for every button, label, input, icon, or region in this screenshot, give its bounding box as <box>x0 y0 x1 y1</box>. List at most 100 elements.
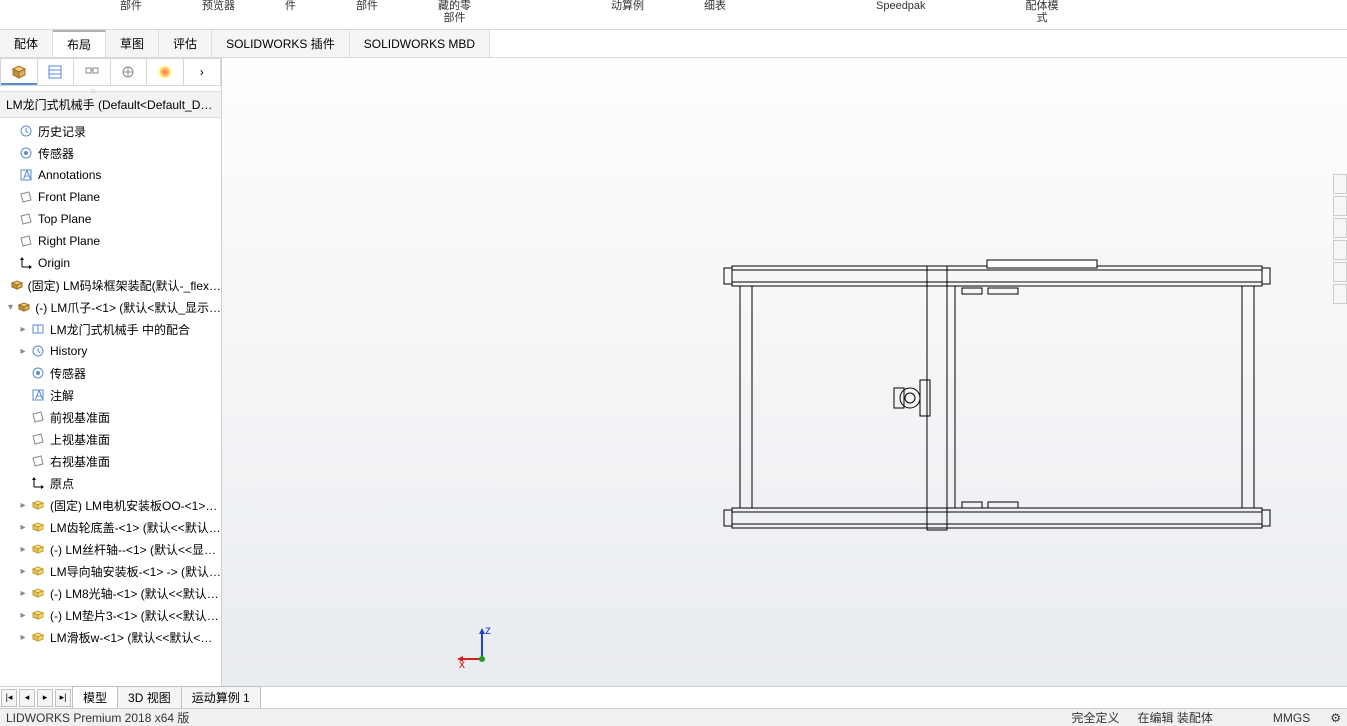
status-units[interactable]: MMGS <box>1273 711 1310 725</box>
tree-node[interactable]: 右视基准面 <box>0 450 221 472</box>
asm-icon <box>10 277 24 293</box>
command-tab-1[interactable]: 布局 <box>53 30 106 57</box>
dimxpert-tab[interactable] <box>111 59 148 85</box>
task-tab[interactable] <box>1333 174 1347 194</box>
tree-label: 原点 <box>50 475 74 492</box>
task-tab[interactable] <box>1333 196 1347 216</box>
orientation-triad[interactable]: z x <box>457 624 507 674</box>
sensor-icon <box>30 365 46 381</box>
tree-node[interactable]: ▸(-) LM垫片3-<1> (默认<<默认… <box>0 604 221 626</box>
drag-handle-icon[interactable]: ○ <box>90 86 96 97</box>
expand-panel-icon[interactable]: › <box>184 59 220 85</box>
part-icon <box>30 629 46 645</box>
tree-node[interactable]: (固定) LM码垛框架装配(默认-_flex… <box>0 274 221 296</box>
tree-node[interactable]: A Annotations <box>0 164 221 186</box>
history-icon <box>18 123 34 139</box>
tree-node[interactable]: ▸LM导向轴安装板-<1> -> (默认… <box>0 560 221 582</box>
tree-label: LM龙门式机械手 中的配合 <box>50 321 190 338</box>
tree-label: LM导向轴安装板-<1> -> (默认… <box>50 563 221 580</box>
tree-node[interactable]: 传感器 <box>0 142 221 164</box>
tree-node[interactable]: 上视基准面 <box>0 428 221 450</box>
task-pane-tabs <box>1333 174 1347 306</box>
mate-icon <box>30 321 46 337</box>
tree-node[interactable]: Right Plane <box>0 230 221 252</box>
tree-label: 右视基准面 <box>50 453 110 470</box>
status-bar: LIDWORKS Premium 2018 x64 版 完全定义 在编辑 装配体… <box>0 708 1347 726</box>
svg-text:A: A <box>23 168 31 182</box>
label: 细表 <box>704 0 726 12</box>
tree-node[interactable]: ▸(固定) LM电机安装板OO-<1>… <box>0 494 221 516</box>
tree-node[interactable]: ▾(-) LM爪子-<1> (默认<默认_显示… <box>0 296 221 318</box>
status-settings-icon[interactable]: ⚙ <box>1330 711 1341 725</box>
bottom-tab-1[interactable]: 3D 视图 <box>117 686 182 709</box>
label: 部件 <box>356 0 378 12</box>
tree-node[interactable]: ▸LM齿轮底盖-<1> (默认<<默认… <box>0 516 221 538</box>
tab-nav-prev[interactable]: ◂ <box>19 689 35 707</box>
label: 藏的零 部件 <box>438 0 471 24</box>
model-drawing <box>722 258 1282 558</box>
property-manager-tab[interactable] <box>38 59 75 85</box>
tree-label: (-) LM爪子-<1> (默认<默认_显示… <box>35 299 221 316</box>
assembly-root-node[interactable]: LM龙门式机械手 (Default<Default_D… <box>0 92 221 118</box>
tree-node[interactable]: A注解 <box>0 384 221 406</box>
command-tab-2[interactable]: 草图 <box>106 30 159 57</box>
annot-icon: A <box>18 167 34 183</box>
plane-icon <box>18 189 34 205</box>
tree-node[interactable]: Origin <box>0 252 221 274</box>
task-tab[interactable] <box>1333 284 1347 304</box>
display-manager-tab[interactable] <box>147 59 184 85</box>
bottom-tab-2[interactable]: 运动算例 1 <box>181 686 261 709</box>
tree-label: (固定) LM码垛框架装配(默认-_flex… <box>28 277 221 294</box>
panel-tab-bar: › <box>0 58 221 86</box>
svg-text:A: A <box>35 388 43 402</box>
command-tab-0[interactable]: 配体 <box>0 30 53 57</box>
tab-nav-last[interactable]: ▸| <box>55 689 71 707</box>
label: 动算例 <box>611 0 644 12</box>
command-tab-3[interactable]: 评估 <box>159 30 212 57</box>
tree-label: 前视基准面 <box>50 409 110 426</box>
task-tab[interactable] <box>1333 218 1347 238</box>
tree-node[interactable]: ▸History <box>0 340 221 362</box>
tree-label: (固定) LM电机安装板OO-<1>… <box>50 497 217 514</box>
tree-node[interactable]: Front Plane <box>0 186 221 208</box>
tree-node[interactable]: ▸LM龙门式机械手 中的配合 <box>0 318 221 340</box>
label: 预览器 <box>202 0 235 12</box>
tree-node[interactable]: 传感器 <box>0 362 221 384</box>
ribbon-labels: 部件 预览器 件 部件 藏的零 部件 动算例 细表 Speedpak 配体模 式 <box>0 0 1347 30</box>
tree-node[interactable]: Top Plane <box>0 208 221 230</box>
graphics-viewport[interactable]: z x <box>222 58 1347 706</box>
tab-nav-first[interactable]: |◂ <box>1 689 17 707</box>
feature-tree-tab[interactable] <box>1 59 38 85</box>
tree-label: 上视基准面 <box>50 431 110 448</box>
tree-node[interactable]: 历史记录 <box>0 120 221 142</box>
label: 配体模 式 <box>1026 0 1059 24</box>
tree-node[interactable]: 原点 <box>0 472 221 494</box>
feature-tree: 历史记录传感器AAnnotationsFront PlaneTop PlaneR… <box>0 118 221 690</box>
tree-label: (-) LM8光轴-<1> (默认<<默认… <box>50 585 219 602</box>
part-icon <box>30 563 46 579</box>
origin-icon <box>18 255 34 271</box>
tab-nav-next[interactable]: ▸ <box>37 689 53 707</box>
task-tab[interactable] <box>1333 262 1347 282</box>
command-tab-4[interactable]: SOLIDWORKS 插件 <box>212 30 350 57</box>
label: Speedpak <box>876 0 926 12</box>
tree-label: Annotations <box>38 168 101 182</box>
svg-text:x: x <box>459 657 465 671</box>
command-tab-5[interactable]: SOLIDWORKS MBD <box>350 30 490 57</box>
tree-node[interactable]: ▸(-) LM8光轴-<1> (默认<<默认… <box>0 582 221 604</box>
status-editing: 在编辑 装配体 <box>1138 709 1213 726</box>
status-version: LIDWORKS Premium 2018 x64 版 <box>6 709 189 726</box>
tree-node[interactable]: 前视基准面 <box>0 406 221 428</box>
tree-label: Origin <box>38 256 70 270</box>
tree-node[interactable]: ▸(-) LM丝杆轴--<1> (默认<<显… <box>0 538 221 560</box>
tree-label: LM齿轮底盖-<1> (默认<<默认… <box>50 519 221 536</box>
tree-label: Front Plane <box>38 190 100 204</box>
bottom-tab-0[interactable]: 模型 <box>72 686 118 709</box>
configuration-manager-tab[interactable] <box>74 59 111 85</box>
tree-node[interactable]: ▸LM滑板w-<1> (默认<<默认<… <box>0 626 221 648</box>
plane-icon <box>18 233 34 249</box>
asm-icon <box>17 299 31 315</box>
plane-icon <box>30 409 46 425</box>
task-tab[interactable] <box>1333 240 1347 260</box>
status-defined: 完全定义 <box>1072 709 1120 726</box>
